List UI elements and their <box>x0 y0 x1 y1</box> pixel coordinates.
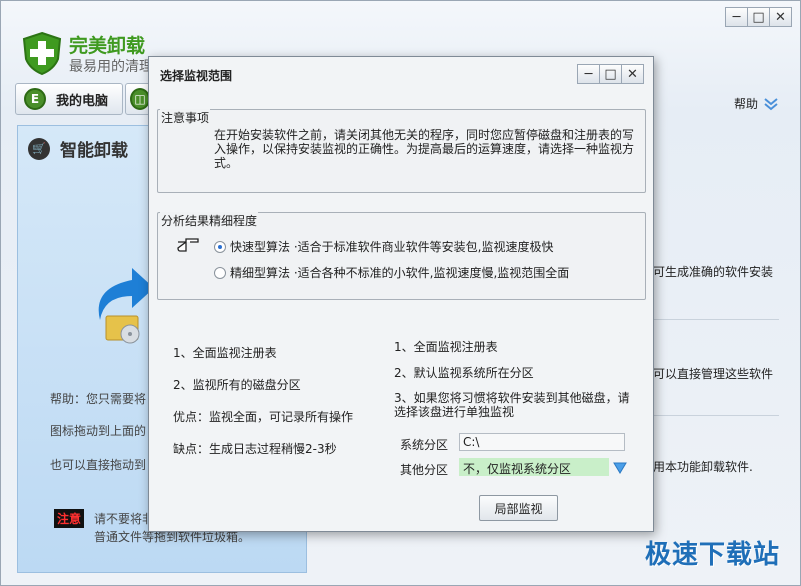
help-line-2: 图标拖动到上面的 <box>50 424 147 438</box>
right-info-line-3: 用本功能卸载软件. <box>653 460 753 474</box>
help-label: 帮助 <box>733 97 758 111</box>
fine-algorithm-radio[interactable] <box>214 266 226 279</box>
other-partition-select[interactable]: 不，仅监视系统分区 <box>459 458 609 476</box>
partial-monitor-item-2: 2、默认监视系统所在分区 <box>394 366 534 380</box>
nav-second-icon: ◫ <box>130 88 150 110</box>
analysis-group: 分析结果精细程度 快速型算法 ·适合于标准软件商业软件等安装包,监视速度极快 精… <box>157 212 646 300</box>
watermark: 极速下载站 <box>644 540 780 570</box>
panel-title-text: 智能卸载 <box>60 141 128 161</box>
help-line-3: 也可以直接拖动到 <box>50 458 147 472</box>
divider <box>649 319 779 320</box>
app-name: 完美卸载 <box>69 35 146 57</box>
fast-algorithm-option[interactable]: 快速型算法 ·适合于标准软件商业软件等安装包,监视速度极快 <box>214 238 553 255</box>
notice-group-label: 注意事项 <box>160 109 211 126</box>
dialog-title: 选择监视范围 <box>160 69 233 83</box>
cart-icon: 🛒 <box>28 137 50 160</box>
dialog-close-button[interactable]: ✕ <box>621 64 644 84</box>
right-info-line-1: 可生成准确的软件安装 <box>653 265 774 279</box>
fine-algorithm-option[interactable]: 精细型算法 ·适合各种不标准的小软件,监视速度慢,监视范围全面 <box>214 264 569 281</box>
main-minimize-button[interactable]: ─ <box>725 7 748 27</box>
full-monitor-item-1: 1、全面监视注册表 <box>173 346 277 360</box>
chevron-down-icon <box>764 97 778 110</box>
analysis-group-label: 分析结果精细程度 <box>160 212 259 229</box>
partial-monitor-button[interactable]: 局部监视 <box>479 495 558 521</box>
full-monitor-pros: 优点：监视全面，可记录所有操作 <box>173 410 354 424</box>
main-window-controls: ─ □ ✕ <box>725 7 792 27</box>
fine-algorithm-label: 精细型算法 ·适合各种不标准的小软件,监视速度慢,监视范围全面 <box>230 266 570 280</box>
dialog-minimize-button[interactable]: ─ <box>577 64 600 84</box>
pointing-hand-icon <box>177 238 199 252</box>
divider <box>649 415 779 416</box>
monitor-scope-dialog: 选择监视范围 ─ □ ✕ 注意事项 在开始安装软件之前，请关闭其他无关的程序，同… <box>148 56 654 532</box>
main-maximize-button[interactable]: □ <box>747 7 770 27</box>
system-partition-label: 系统分区 <box>400 438 449 452</box>
my-computer-icon: E <box>24 88 46 110</box>
help-link[interactable]: 帮助 <box>734 95 778 112</box>
other-partition-label: 其他分区 <box>400 463 449 477</box>
warning-tag: 注意 <box>54 509 85 528</box>
main-close-button[interactable]: ✕ <box>769 7 792 27</box>
right-info-line-2: 可以直接管理这些软件 <box>653 367 774 381</box>
full-monitor-cons: 缺点：生成日志过程稍慢2-3秒 <box>173 442 337 456</box>
app-slogan: 最易用的清理 <box>69 59 153 75</box>
nav-my-computer-label: 我的电脑 <box>56 93 109 109</box>
dialog-window-controls: ─ □ ✕ <box>577 64 644 84</box>
warning-line-1: 请不要将非 <box>94 512 155 526</box>
fast-algorithm-label: 快速型算法 ·适合于标准软件商业软件等安装包,监视速度极快 <box>230 240 554 254</box>
fast-algorithm-radio[interactable] <box>214 240 226 253</box>
partial-monitor-item-3-line-2: 选择该盘进行单独监视 <box>394 405 515 419</box>
partial-monitor-item-1: 1、全面监视注册表 <box>394 340 498 354</box>
app-logo-icon <box>22 31 62 75</box>
dialog-maximize-button[interactable]: □ <box>599 64 622 84</box>
panel-title: 🛒 智能卸载 <box>28 136 128 161</box>
dropdown-arrow-icon[interactable] <box>613 462 627 474</box>
nav-my-computer-button[interactable]: E 我的电脑 <box>15 83 123 115</box>
notice-text: 在开始安装软件之前，请关闭其他无关的程序，同时您应暂停磁盘和注册表的写入操作，以… <box>214 128 635 170</box>
notice-group: 注意事项 在开始安装软件之前，请关闭其他无关的程序，同时您应暂停磁盘和注册表的写… <box>157 109 646 193</box>
help-line-1: 帮助：您只需要将 <box>50 392 147 406</box>
full-monitor-item-2: 2、监视所有的磁盘分区 <box>173 378 301 392</box>
system-partition-field: C:\ <box>459 433 625 451</box>
